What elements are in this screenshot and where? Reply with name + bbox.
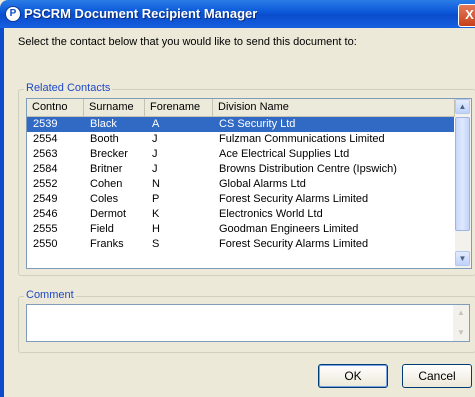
cell-forename: P [152,193,160,205]
contact-row[interactable]: 2554 Booth J Fulzman Communications Limited [27,132,454,147]
cell-contno: 2539 [33,118,58,130]
comment-label: Comment [24,289,76,301]
cell-forename: S [152,238,160,250]
cell-division: Browns Distribution Centre (Ipswich) [219,163,397,175]
cell-forename: J [152,133,158,145]
scroll-thumb[interactable] [455,117,470,231]
chevron-up-icon[interactable]: ▲ [455,99,470,114]
contacts-list[interactable]: Contno Surname Forename Division Name 25… [26,98,472,269]
cell-forename: H [152,223,160,235]
cell-contno: 2554 [33,133,58,145]
contact-row[interactable]: 2555 Field H Goodman Engineers Limited [27,222,454,237]
column-header-surname[interactable]: Surname [84,99,145,116]
cell-contno: 2546 [33,208,58,220]
cell-division: Global Alarms Ltd [219,178,306,190]
contact-row[interactable]: 2549 Coles P Forest Security Alarms Limited [27,192,454,207]
contact-row[interactable]: 2552 Cohen N Global Alarms Ltd [27,177,454,192]
cell-surname: Field [90,223,114,235]
cell-contno: 2584 [33,163,58,175]
window-border-left [0,28,4,397]
instruction-text: Select the contact below that you would … [18,36,357,48]
contact-row[interactable]: 2550 Franks S Forest Security Alarms Limite… [27,237,454,252]
contact-row[interactable]: 2546 Dermot K Electronics World Ltd [27,207,454,222]
ok-button[interactable]: OK [318,364,388,388]
cell-contno: 2549 [33,193,58,205]
comment-field[interactable]: ▲ ▼ [26,304,470,342]
contact-row[interactable]: 2539 Black A CS Security Ltd [27,117,454,132]
cell-forename: N [152,178,160,190]
cell-division: Electronics World Ltd [219,208,323,220]
cell-division: Forest Security Alarms Limited [219,193,369,205]
comment-scrollbar[interactable]: ▲ ▼ [453,305,469,341]
cell-division: Ace Electrical Supplies Ltd [219,148,350,160]
column-header-contno[interactable]: Contno [27,99,84,116]
cell-contno: 2563 [33,148,58,160]
cell-surname: Black [90,118,117,130]
cell-surname: Britner [90,163,123,175]
window-title: PSCRM Document Recipient Manager [24,6,258,21]
cell-forename: A [152,118,160,130]
column-header-forename[interactable]: Forename [145,99,213,116]
cell-contno: 2550 [33,238,58,250]
cell-surname: Cohen [90,178,123,190]
cell-contno: 2555 [33,223,58,235]
cell-division: Fulzman Communications Limited [219,133,385,145]
cell-division: CS Security Ltd [219,118,296,130]
chevron-up-icon[interactable]: ▲ [455,307,467,319]
chevron-down-icon[interactable]: ▼ [455,327,467,339]
cell-surname: Franks [90,238,124,250]
cancel-button[interactable]: Cancel [402,364,472,388]
contact-row[interactable]: 2563 Brecker J Ace Electrical Supplies Ltd [27,147,454,162]
cell-surname: Brecker [90,148,128,160]
column-header-division-name[interactable]: Division Name [213,99,455,116]
cell-division: Goodman Engineers Limited [219,223,359,235]
contact-row[interactable]: 2584 Britner J Browns Distribution Centre (… [27,162,454,177]
contacts-scrollbar[interactable]: ▲ ▼ [455,99,471,268]
related-contacts-label: Related Contacts [24,82,113,94]
cell-forename: J [152,148,158,160]
cell-surname: Dermot [90,208,127,220]
app-icon: P [5,6,21,22]
cell-surname: Booth [90,133,119,145]
list-header: Contno Surname Forename Division Name [27,99,455,117]
chevron-down-icon[interactable]: ▼ [455,251,470,266]
cell-forename: K [152,208,160,220]
cell-surname: Coles [90,193,119,205]
close-icon[interactable]: X [458,4,475,27]
cell-contno: 2552 [33,178,58,190]
cell-division: Forest Security Alarms Limited [219,238,369,250]
contacts-rows: 2539 Black A CS Security Ltd 2554 Booth J Fulzm… [27,117,454,252]
title-bar[interactable]: P PSCRM Document Recipient Manager X [0,0,475,28]
cell-forename: J [152,163,158,175]
